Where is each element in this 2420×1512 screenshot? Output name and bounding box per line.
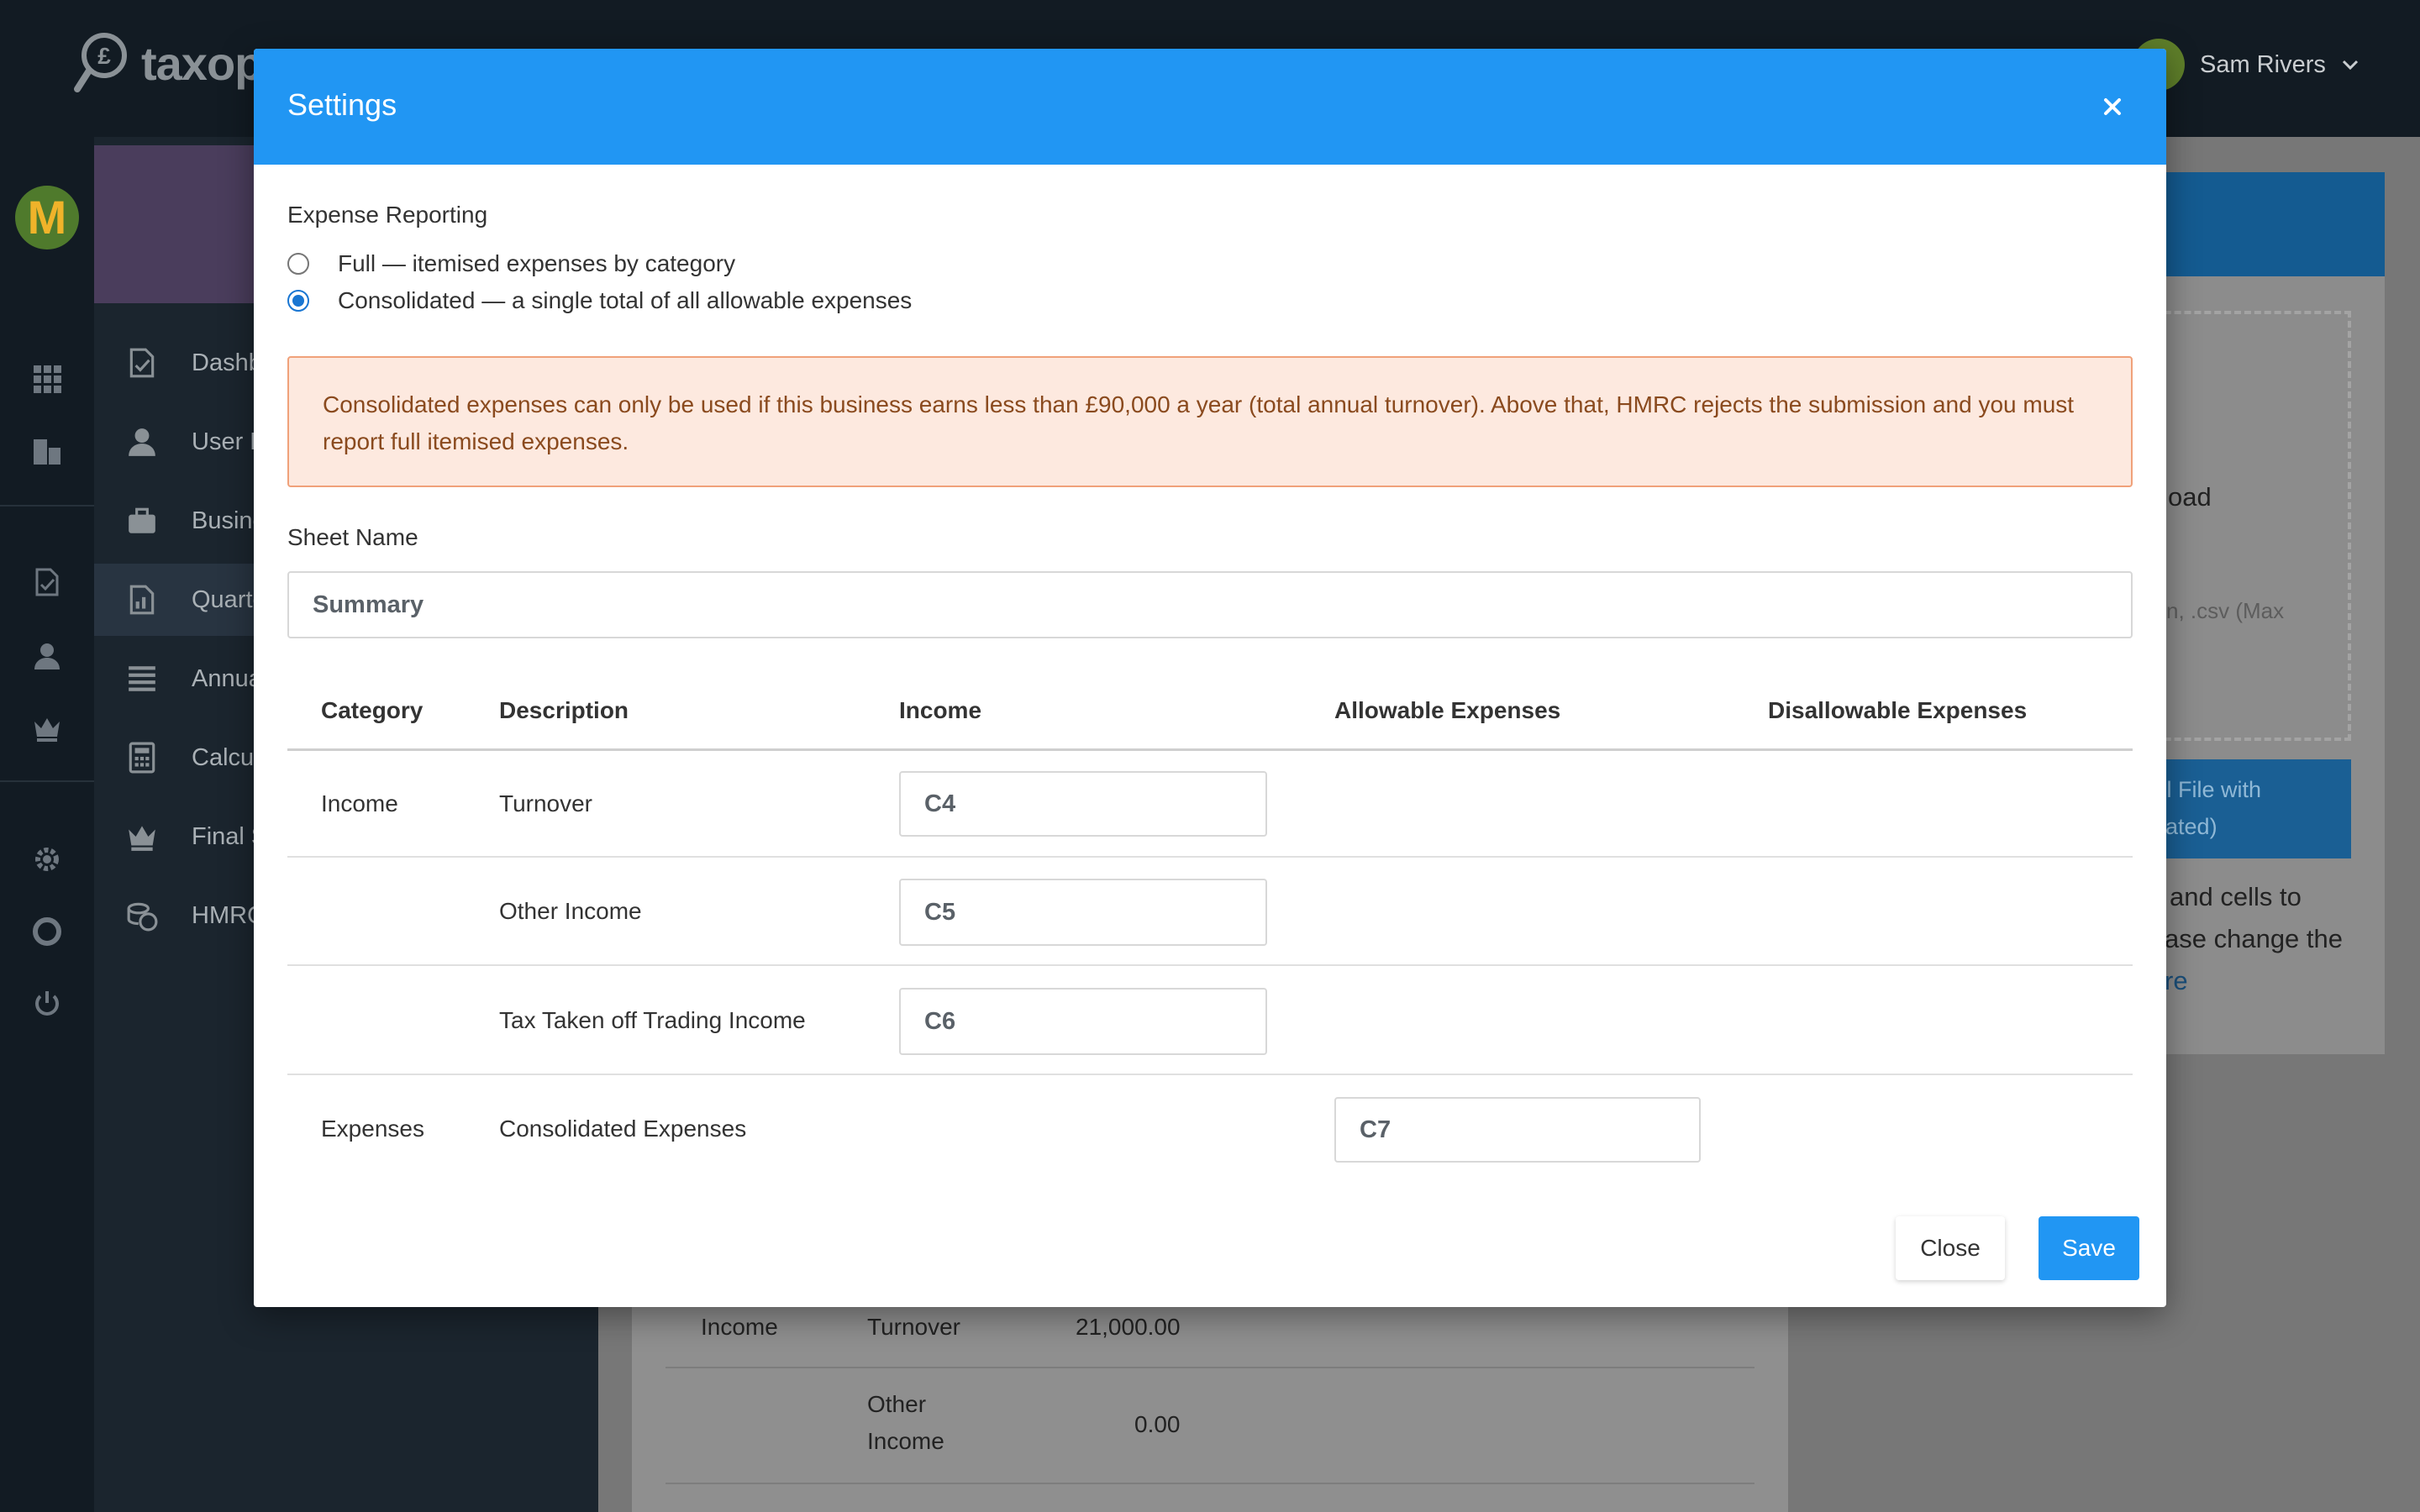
column-header-allowable-expenses: Allowable Expenses <box>1334 697 1561 723</box>
modal-title: Settings <box>287 87 397 122</box>
column-header-category: Category <box>321 697 424 723</box>
table-row-divider <box>287 1074 2133 1075</box>
table-row-divider <box>287 856 2133 858</box>
sheet-name-input[interactable] <box>287 571 2133 638</box>
table-cell-category: Income <box>321 790 398 816</box>
table-cell-description: Other Income <box>499 898 642 924</box>
radio-label: Consolidated — a single total of all all… <box>338 287 913 313</box>
close-button[interactable]: Close <box>1896 1216 2005 1280</box>
allowable-expenses-cell-input[interactable] <box>1334 1097 1701 1163</box>
radio-button[interactable] <box>287 253 309 275</box>
radio-button[interactable] <box>287 290 309 312</box>
radio-label: Full — itemised expenses by category <box>338 250 736 276</box>
column-header-disallowable-expenses: Disallowable Expenses <box>1768 697 2028 723</box>
expense-reporting-label: Expense Reporting <box>287 202 488 228</box>
save-button[interactable]: Save <box>2039 1216 2139 1280</box>
radio-full-expenses[interactable]: Full — itemised expenses by category <box>287 250 735 277</box>
radio-consolidated-expenses[interactable]: Consolidated — a single total of all all… <box>287 287 912 314</box>
table-row-divider <box>287 964 2133 966</box>
close-icon[interactable] <box>2092 87 2133 127</box>
income-cell-input[interactable] <box>899 771 1267 837</box>
settings-modal: Settings Expense Reporting Full — itemis… <box>254 49 2166 1307</box>
table-cell-description: Consolidated Expenses <box>499 1116 747 1142</box>
table-cell-category: Expenses <box>321 1116 424 1142</box>
income-cell-input[interactable] <box>899 988 1267 1055</box>
column-header-description: Description <box>499 697 629 723</box>
modal-header: Settings <box>254 49 2166 165</box>
column-header-income: Income <box>899 697 982 723</box>
income-cell-input[interactable] <box>899 879 1267 946</box>
sheet-name-label: Sheet Name <box>287 524 418 550</box>
table-cell-description: Turnover <box>499 790 593 816</box>
table-cell-description: Tax Taken off Trading Income <box>499 1007 806 1033</box>
consolidated-warning-alert: Consolidated expenses can only be used i… <box>287 356 2133 487</box>
table-header-divider <box>287 748 2133 751</box>
